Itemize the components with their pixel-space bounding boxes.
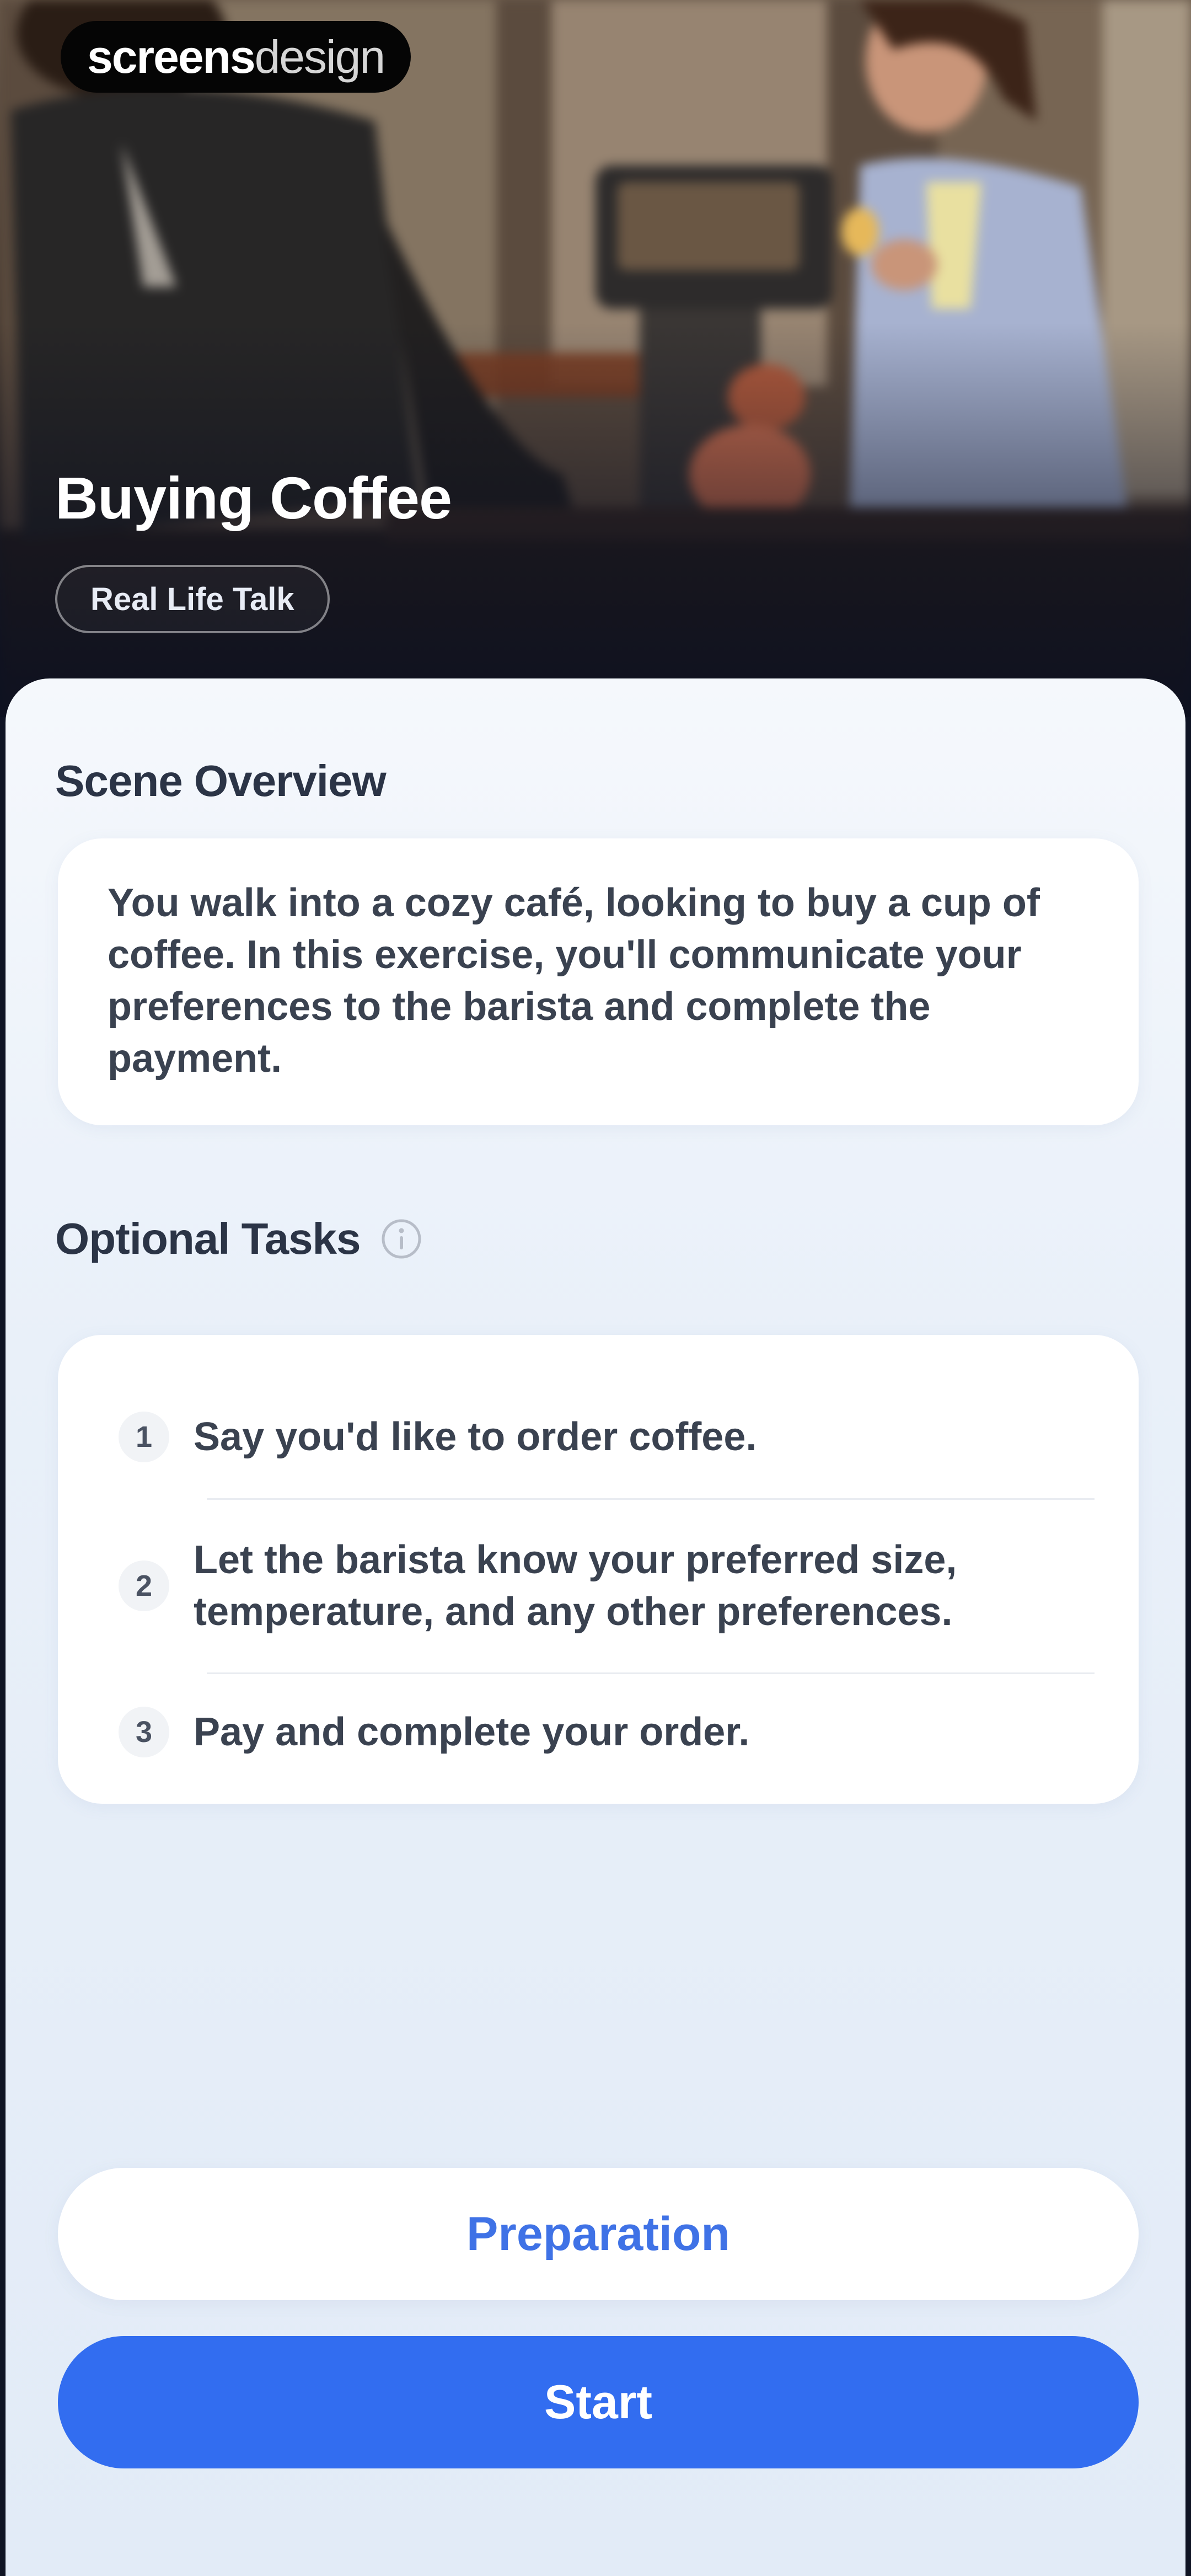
start-button[interactable]: Start [58, 2336, 1139, 2468]
content-sheet: Scene Overview You walk into a cozy café… [6, 678, 1185, 2576]
scene-overview-text: You walk into a cozy café, looking to bu… [108, 881, 1040, 1081]
optional-tasks-heading: Optional Tasks [55, 1214, 422, 1264]
task-text: Pay and complete your order. [194, 1710, 750, 1754]
optional-tasks-heading-label: Optional Tasks [55, 1214, 361, 1263]
task-text: Let the barista know your preferred size… [194, 1538, 957, 1634]
info-icon[interactable] [380, 1218, 422, 1260]
optional-tasks-card: 1 Say you'd like to order coffee. 2 Let … [58, 1335, 1139, 1804]
task-divider [207, 1498, 1095, 1500]
hero-image: screens design Buying Coffee Real Life Ta… [0, 0, 1191, 717]
brand-name-strong: screens [87, 30, 256, 83]
preparation-button[interactable]: Preparation [58, 2168, 1139, 2300]
brand-logo-badge: screens design [61, 21, 411, 93]
task-item: 2 Let the barista know your preferred si… [119, 1517, 1089, 1655]
task-item: 1 Say you'd like to order coffee. [119, 1398, 1089, 1476]
task-number-badge: 3 [119, 1707, 169, 1757]
brand-name-light: design [254, 30, 386, 83]
scene-overview-card: You walk into a cozy café, looking to bu… [58, 838, 1139, 1125]
task-number-badge: 1 [119, 1412, 169, 1462]
lesson-title: Buying Coffee [55, 464, 452, 531]
task-item: 3 Pay and complete your order. [119, 1693, 1089, 1771]
task-divider [207, 1672, 1095, 1674]
lesson-category-tag: Real Life Talk [55, 565, 330, 633]
task-text: Say you'd like to order coffee. [194, 1415, 757, 1459]
scene-overview-heading: Scene Overview [55, 756, 387, 805]
task-number-badge: 2 [119, 1560, 169, 1611]
